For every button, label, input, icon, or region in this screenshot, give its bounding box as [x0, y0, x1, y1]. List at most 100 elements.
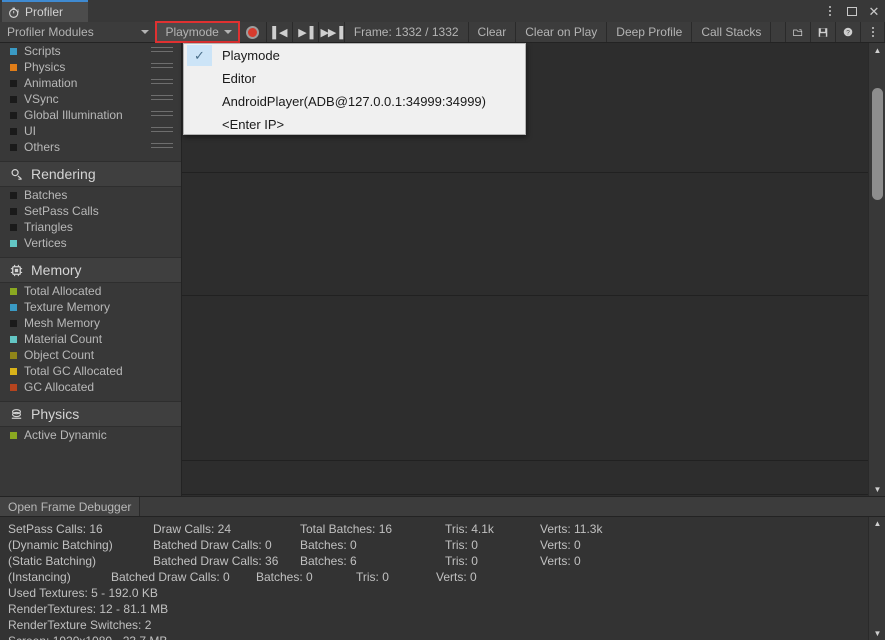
stats-scroll-up-button[interactable]: ▲ — [869, 517, 885, 530]
charts-scrollbar[interactable]: ▲ ▼ — [868, 43, 885, 496]
stats-cell: (Instancing) — [8, 570, 71, 584]
module-row-material-count[interactable]: Material Count — [0, 331, 181, 347]
help-button[interactable]: ? — [836, 22, 862, 42]
module-row-label: Batches — [24, 188, 68, 202]
playmode-target-dropdown[interactable]: Playmode — [155, 21, 240, 43]
module-row-scripts[interactable]: Scripts — [0, 43, 181, 59]
playmode-dropdown-menu[interactable]: ✓ Playmode Editor AndroidPlayer(ADB@127.0.0… — [183, 43, 526, 135]
drag-handle-icon[interactable] — [151, 127, 173, 135]
module-group-rendering: Rendering Batches SetPass Calls Triangles Ve… — [0, 161, 181, 257]
legend-color-swatch — [10, 303, 17, 311]
dropdown-item-1[interactable]: Editor — [184, 67, 525, 90]
module-row-physics[interactable]: Physics — [0, 59, 181, 75]
module-title: Memory — [31, 262, 82, 278]
last-frame-button[interactable]: ▶▶▐ — [319, 22, 345, 42]
tab-label: Profiler — [25, 5, 64, 19]
module-header-physics[interactable]: Physics — [0, 401, 181, 427]
chart-rendering[interactable] — [182, 173, 868, 296]
drag-handle-icon[interactable] — [151, 47, 173, 55]
record-button[interactable] — [239, 22, 267, 42]
tab-profiler[interactable]: q Profiler — [2, 0, 88, 22]
module-row-object-count[interactable]: Object Count — [0, 347, 181, 363]
maximize-icon — [847, 6, 857, 16]
dropdown-item-0[interactable]: ✓ Playmode — [184, 44, 525, 67]
close-button[interactable]: ✕ — [863, 0, 885, 22]
drag-handle-icon[interactable] — [151, 95, 173, 103]
module-row-animation[interactable]: Animation — [0, 75, 181, 91]
drag-handle-icon[interactable] — [151, 111, 173, 119]
stats-cell: Batches: 0 — [256, 570, 313, 584]
dropdown-item-2[interactable]: AndroidPlayer(ADB@127.0.0.1:34999:34999) — [184, 90, 525, 113]
window-menu-button[interactable] — [819, 0, 841, 22]
module-header-rendering[interactable]: Rendering — [0, 161, 181, 187]
stats-line: Used Textures: 5 - 192.0 KB — [8, 586, 885, 602]
module-row-label: VSync — [24, 92, 59, 106]
drag-handle-icon[interactable] — [151, 143, 173, 151]
chevron-down-icon — [223, 30, 232, 34]
save-icon — [819, 27, 828, 37]
drag-handle-icon[interactable] — [151, 79, 173, 87]
stats-cell: Verts: 11.3k — [540, 522, 603, 536]
frame-counter: Frame: 1332 / 1332 — [345, 22, 469, 42]
legend-color-swatch — [10, 63, 17, 71]
module-row-vertices[interactable]: Vertices — [0, 235, 181, 251]
next-frame-button[interactable]: ▶▐ — [293, 22, 319, 42]
stats-cell: Tris: 0 — [445, 538, 478, 552]
profiler-modules-dropdown[interactable]: Profiler Modules — [0, 22, 158, 42]
scroll-down-button[interactable]: ▼ — [869, 482, 885, 496]
scroll-up-button[interactable]: ▲ — [869, 43, 885, 57]
module-row-label: Vertices — [24, 236, 67, 250]
module-row-total-allocated[interactable]: Total Allocated — [0, 283, 181, 299]
playmode-label: Playmode — [165, 25, 219, 39]
chart-physics[interactable] — [182, 461, 868, 495]
chart-memory[interactable] — [182, 296, 868, 461]
close-icon: ✕ — [868, 3, 880, 19]
scrollbar-thumb[interactable] — [872, 88, 883, 200]
profiler-modules-panel[interactable]: Scripts Physics Animation VSync Global Illum… — [0, 43, 182, 496]
dropdown-item-label: Playmode — [222, 48, 280, 63]
module-row-ui[interactable]: UI — [0, 123, 181, 139]
drag-handle-icon[interactable] — [151, 63, 173, 71]
module-row-others[interactable]: Others — [0, 139, 181, 155]
first-frame-button[interactable]: ▌◀ — [267, 22, 293, 42]
stats-cell: Screen: 1920x1080 - 23.7 MB — [8, 634, 167, 640]
legend-color-swatch — [10, 351, 17, 359]
module-row-active-dynamic[interactable]: Active Dynamic — [0, 427, 181, 443]
window-controls: ✕ — [819, 0, 885, 22]
maximize-button[interactable] — [841, 0, 863, 22]
open-frame-debugger-button[interactable]: Open Frame Debugger — [0, 497, 141, 516]
module-row-mesh-memory[interactable]: Mesh Memory — [0, 315, 181, 331]
svg-text:?: ? — [847, 30, 851, 37]
stats-cell: Batched Draw Calls: 0 — [153, 538, 272, 552]
rendering-stats-panel: SetPass Calls: 16 Draw Calls: 24 Total Bat… — [0, 517, 885, 640]
module-row-label: GC Allocated — [24, 380, 95, 394]
kebab-menu-icon — [829, 6, 831, 16]
module-row-label: Global Illumination — [24, 108, 123, 122]
physics-icon — [11, 408, 22, 419]
toolbar-more-button[interactable] — [861, 22, 885, 42]
module-header-memory[interactable]: Memory — [0, 257, 181, 283]
module-title: Physics — [31, 406, 80, 422]
legend-color-swatch — [10, 287, 17, 295]
module-row-batches[interactable]: Batches — [0, 187, 181, 203]
stats-scroll-down-button[interactable]: ▼ — [869, 627, 885, 640]
stats-line: (Static Batching) Batched Draw Calls: 36 B… — [8, 554, 885, 570]
module-row-triangles[interactable]: Triangles — [0, 219, 181, 235]
save-profile-button[interactable] — [811, 22, 837, 42]
stats-scrollbar[interactable]: ▲ ▼ — [868, 517, 885, 640]
deep-profile-toggle[interactable]: Deep Profile — [607, 22, 693, 42]
clear-on-play-toggle[interactable]: Clear on Play — [516, 22, 608, 42]
module-row-vsync[interactable]: VSync — [0, 91, 181, 107]
stats-line: (Instancing) Batched Draw Calls: 0 Batches… — [8, 570, 885, 586]
module-row-label: Object Count — [24, 348, 95, 362]
load-profile-button[interactable] — [786, 22, 812, 42]
module-row-global-illumination[interactable]: Global Illumination — [0, 107, 181, 123]
clear-button[interactable]: Clear — [469, 22, 517, 42]
dropdown-item-3[interactable]: <Enter IP> — [184, 113, 525, 136]
call-stacks-toggle[interactable]: Call Stacks — [692, 22, 772, 42]
legend-color-swatch — [10, 431, 17, 439]
module-row-setpass-calls[interactable]: SetPass Calls — [0, 203, 181, 219]
module-row-total-gc-allocated[interactable]: Total GC Allocated — [0, 363, 181, 379]
module-row-gc-allocated[interactable]: GC Allocated — [0, 379, 181, 395]
module-row-texture-memory[interactable]: Texture Memory — [0, 299, 181, 315]
